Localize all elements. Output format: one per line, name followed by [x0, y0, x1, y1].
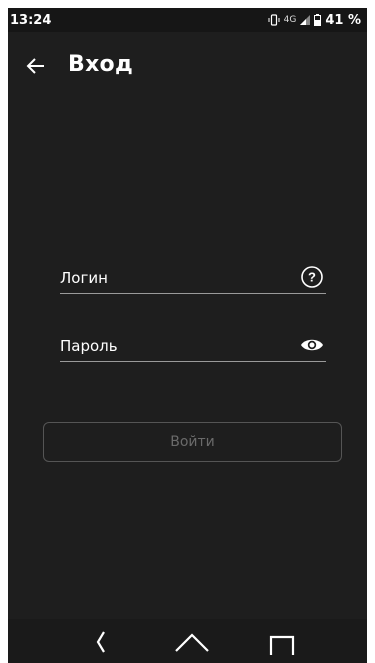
status-time: 13:24 — [10, 12, 52, 28]
login-label: Логин — [60, 269, 108, 287]
battery-icon — [314, 14, 322, 26]
help-circle-icon[interactable]: ? — [300, 265, 324, 289]
app-bar: Вход — [8, 48, 367, 84]
status-icons: 4G 41 % — [268, 13, 361, 28]
vibrate-icon — [268, 14, 280, 26]
login-field[interactable]: Логин ? — [60, 260, 326, 294]
nav-home-icon[interactable] — [174, 627, 210, 657]
login-screen: 13:24 4G 41 % Вход Логин ? Пароль Войти — [8, 8, 367, 663]
eye-icon[interactable] — [300, 333, 324, 357]
nav-recent-icon[interactable] — [264, 627, 300, 657]
status-bar: 13:24 4G 41 % — [8, 8, 367, 32]
nav-back-icon[interactable] — [84, 627, 120, 657]
submit-label: Войти — [170, 434, 215, 450]
password-field[interactable]: Пароль — [60, 328, 326, 362]
password-label: Пароль — [60, 337, 118, 355]
svg-text:?: ? — [308, 270, 316, 285]
network-type: 4G — [283, 15, 297, 25]
signal-icon — [300, 15, 311, 25]
arrow-left-icon[interactable] — [24, 54, 48, 78]
navigation-bar — [8, 619, 367, 663]
page-title: Вход — [68, 52, 134, 77]
login-submit-button[interactable]: Войти — [43, 422, 342, 462]
battery-level: 41 % — [325, 12, 361, 28]
